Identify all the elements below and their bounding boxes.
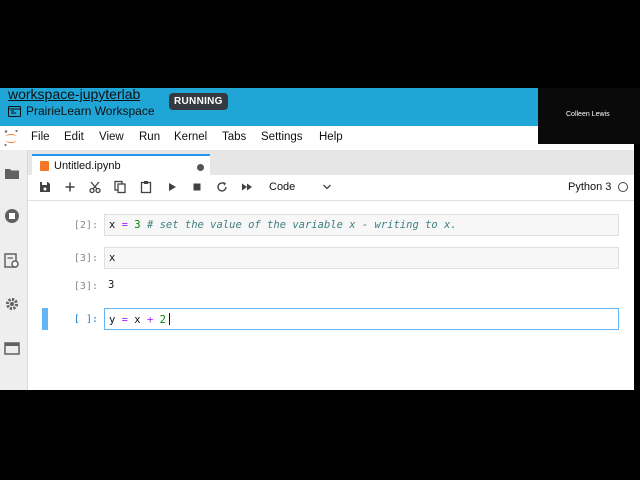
kernel-name[interactable]: Python 3 [568,181,611,193]
paste-icon[interactable] [139,180,153,194]
notebook-toolbar: Code Python 3 [28,175,634,201]
stop-icon[interactable] [190,180,204,194]
menu-view[interactable]: View [99,131,124,143]
cell-type-select[interactable]: Code [269,181,295,193]
code-comment: # set the value of the variable x - writ… [140,219,457,231]
participant-name: Colleen Lewis [566,111,610,118]
tab-untitled-notebook[interactable]: Untitled.ipynb [32,154,210,177]
menu-kernel[interactable]: Kernel [174,131,207,143]
code-token: 2 [159,314,166,326]
folder-icon[interactable] [4,166,20,182]
copy-icon[interactable] [113,180,127,194]
running-sessions-icon[interactable] [4,208,20,224]
workspace-subtitle-text: PrairieLearn Workspace [26,104,155,118]
notebook-panel: Code Python 3 [2]: x = 3 # set the value… [28,175,634,390]
code-token: = [115,314,135,326]
prairielearn-header: workspace-jupyterlab PrairieLearn Worksp… [0,88,540,126]
status-badge: RUNNING [169,93,228,110]
tab-label: Untitled.ipynb [54,160,121,172]
cell-input-prompt: [ ]: [73,314,98,325]
workspace-icon [8,105,21,117]
code-token: + [140,314,160,326]
save-icon[interactable] [38,180,52,194]
code-token: = [115,219,135,231]
active-code-cell[interactable]: y = x + 2 [104,308,619,330]
menu-settings[interactable]: Settings [261,131,303,143]
cell-output-prompt: [3]: [73,281,98,292]
workspace-subtitle: PrairieLearn Workspace [8,104,155,118]
left-sidebar [0,150,28,390]
code-cell[interactable]: x = 3 # set the value of the variable x … [104,214,619,236]
chevron-down-icon[interactable] [322,182,332,192]
notebook-file-icon [40,161,49,171]
run-cell-icon[interactable] [165,180,179,194]
cell-input-prompt: [3]: [73,253,98,264]
cell-output: 3 [108,279,115,291]
cell-code: x [109,252,116,264]
text-cursor [168,313,170,325]
jupyter-logo-icon [4,129,18,147]
menu-tabs[interactable]: Tabs [222,131,246,143]
cell-code: x = 3 # set the value of the variable x … [109,219,457,231]
workspace-title-link[interactable]: workspace-jupyterlab [8,88,140,102]
menu-help[interactable]: Help [319,131,343,143]
main-area: Untitled.ipynb Code Python 3 [2]: x = 3 … [28,150,634,390]
tabs-icon[interactable] [4,340,20,356]
restart-icon[interactable] [215,180,229,194]
video-overlay: Colleen Lewis [538,88,640,144]
cut-icon[interactable] [88,180,102,194]
code-cell[interactable]: x [104,247,619,269]
menu-edit[interactable]: Edit [64,131,84,143]
gear-icon[interactable] [4,296,20,312]
unsaved-dot-icon[interactable] [197,164,204,171]
menu-file[interactable]: File [31,131,50,143]
cell-code: y = x + 2 [109,313,170,326]
fast-forward-icon[interactable] [240,180,254,194]
menu-run[interactable]: Run [139,131,160,143]
add-cell-icon[interactable] [63,180,77,194]
kernel-status-icon [618,182,628,192]
commands-icon[interactable] [4,253,20,269]
cell-input-prompt: [2]: [73,220,98,231]
